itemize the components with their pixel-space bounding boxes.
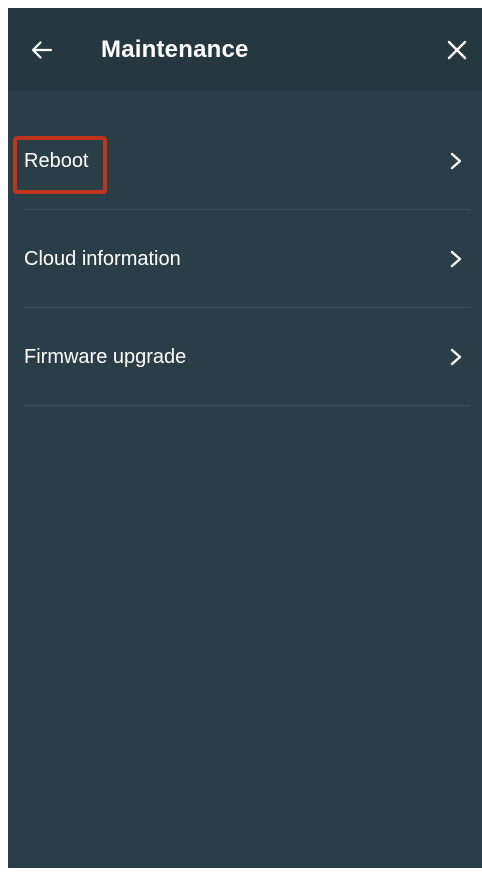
menu-item-label: Reboot <box>24 150 89 172</box>
menu-item-label: Firmware upgrade <box>24 346 187 368</box>
menu-item-label: Cloud information <box>24 248 181 270</box>
chevron-right-icon <box>450 152 462 170</box>
close-icon <box>447 40 467 60</box>
menu-item-cloud-information[interactable]: Cloud information <box>8 210 482 308</box>
maintenance-menu: Reboot Cloud information Firmware upgrad… <box>8 112 482 406</box>
chevron-right-icon <box>450 348 462 366</box>
divider <box>24 405 470 406</box>
menu-item-firmware-upgrade[interactable]: Firmware upgrade <box>8 308 482 406</box>
maintenance-screen: Maintenance Reboot Cloud information Fir… <box>8 8 482 868</box>
menu-item-reboot[interactable]: Reboot <box>8 112 482 210</box>
chevron-right-icon <box>450 250 462 268</box>
arrow-left-icon <box>31 41 53 59</box>
page-title: Maintenance <box>101 36 249 63</box>
back-button[interactable] <box>28 36 56 64</box>
close-button[interactable] <box>444 37 470 63</box>
app-header: Maintenance <box>8 8 482 90</box>
